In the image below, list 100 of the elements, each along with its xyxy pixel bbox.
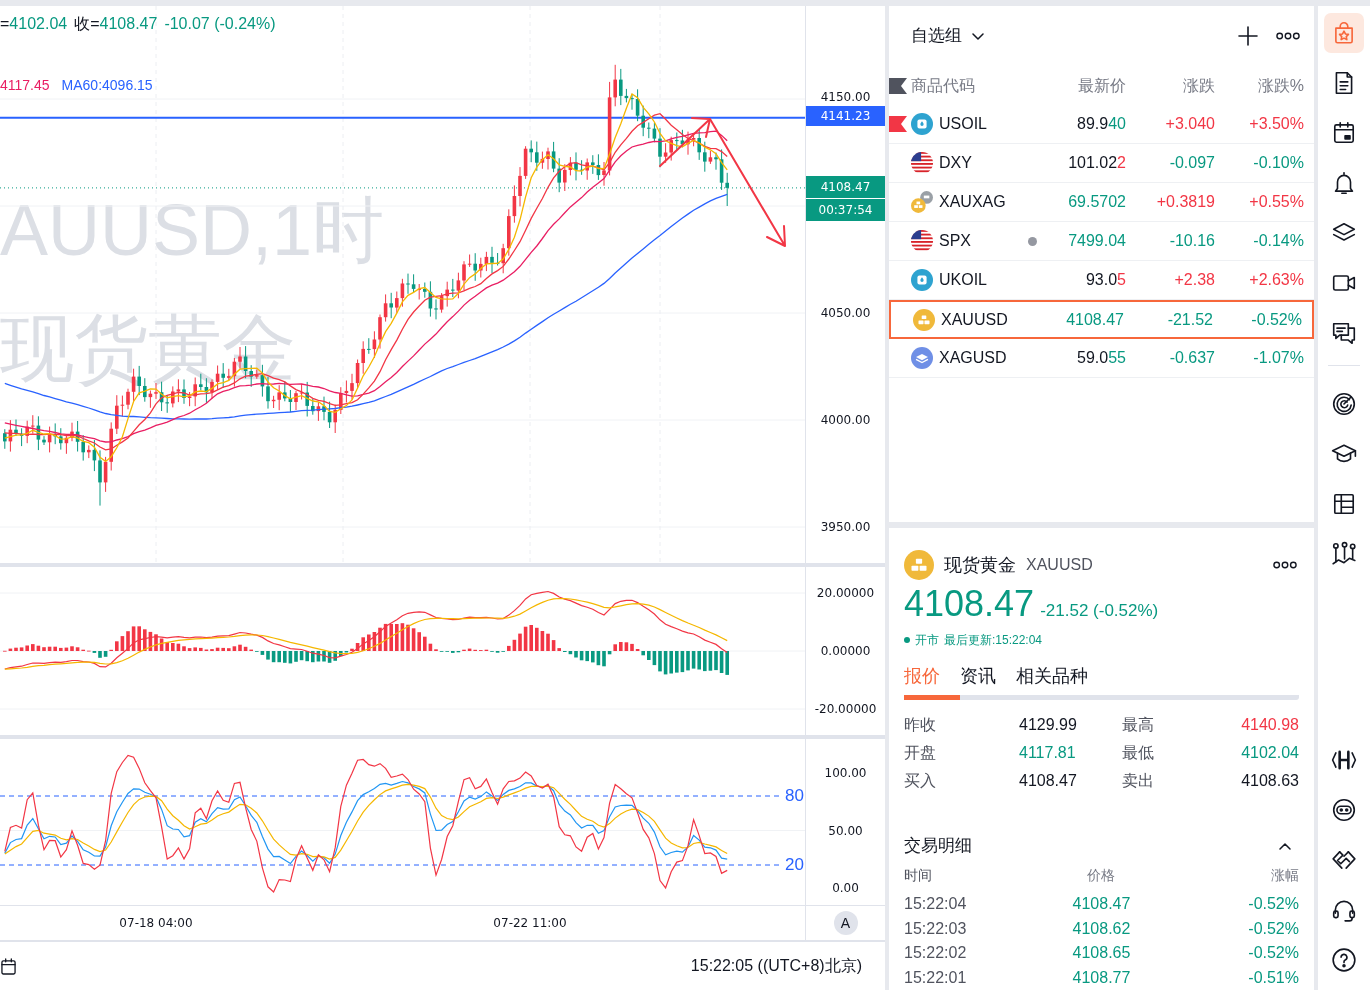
chevron-up-icon[interactable]: [1279, 842, 1291, 850]
axis-label: 0.00000: [820, 643, 871, 659]
last-price: 101.022: [1068, 153, 1126, 173]
axis-label: -20.00000: [814, 701, 877, 717]
chevron-down-icon: [972, 32, 984, 40]
column-header: 时间: [904, 866, 932, 885]
column-header: 涨幅: [1271, 866, 1299, 885]
last-update: 最后更新:15:22:04: [944, 632, 1043, 649]
watchlist-row[interactable]: XAUUSD 4108.47 -21.52 -0.52%: [889, 300, 1314, 339]
watchlist-dropdown[interactable]: 自选组: [911, 23, 984, 49]
instrument-name: 现货黄金: [944, 553, 1016, 577]
plus-icon: [1238, 26, 1258, 46]
ingot-icon: [913, 308, 935, 331]
watchlist-row[interactable]: XAUXAG 69.5702 +0.3819 +0.55%: [889, 183, 1314, 222]
stat-label: 开盘: [904, 743, 936, 763]
more-button[interactable]: [1276, 32, 1300, 40]
last-price: 4108.47: [904, 583, 1035, 625]
percent-change: -0.52%: [1251, 309, 1302, 330]
oil-drop-icon: [911, 113, 933, 135]
stat-label: 昨收: [904, 715, 936, 735]
stat-value: 4108.63: [1241, 771, 1299, 791]
trade-change: -0.52%: [1248, 943, 1299, 964]
oil-drop-icon: [911, 269, 933, 291]
axis-label: 20.00000: [816, 585, 875, 601]
axis-label: 4150.00: [820, 89, 871, 105]
chat-icon: [1331, 320, 1357, 346]
stat-value: 4117.81: [1019, 743, 1076, 763]
market-status: 开市: [915, 632, 939, 649]
axis-label: 4050.00: [820, 305, 871, 321]
last-price-label: 4108.47: [806, 176, 885, 198]
watchlist-row[interactable]: UKOIL 93.05 +2.38 +2.63%: [889, 261, 1314, 300]
time-label: 07-18 04:00: [119, 915, 193, 931]
trade-price: 4108.47: [1072, 894, 1131, 915]
countdown-label: 00:37:54: [806, 199, 885, 221]
nodes-icon: [1331, 541, 1357, 567]
trade-change: -0.51%: [1248, 967, 1299, 988]
us-flag-icon: [911, 230, 933, 252]
watchlist-row[interactable]: SPX 7499.04 -10.16 -0.14%: [889, 222, 1314, 261]
help-icon: [1331, 947, 1357, 973]
stat-value: 4102.04: [1241, 743, 1299, 763]
symbol-name: XAUXAG: [939, 192, 1007, 212]
trade-time: 15:22:01: [904, 967, 967, 988]
column-header: 涨跌: [1183, 75, 1215, 96]
stat-label: 买入: [904, 771, 936, 791]
watchlist-row[interactable]: DXY 101.022 -0.097 -0.10%: [889, 144, 1314, 183]
detail-tab[interactable]: 相关品种: [1016, 663, 1108, 700]
table-icon: [1331, 491, 1357, 517]
price-change: -21.52: [1167, 309, 1213, 330]
calendar-icon: [1, 957, 16, 975]
percent-change: -0.10%: [1253, 153, 1304, 173]
last-price: 4108.47: [1066, 309, 1124, 330]
trade-time: 15:22:04: [904, 894, 967, 915]
robot-icon: [1331, 797, 1357, 823]
axis-label: 0.00: [832, 880, 859, 896]
column-header: 价格: [1087, 866, 1116, 885]
watchlist-row[interactable]: USOIL 89.940 +3.040 +3.50%: [889, 105, 1314, 144]
price-change: -0.097: [1169, 153, 1215, 173]
last-price: 89.940: [1077, 114, 1126, 134]
percent-change: -1.07%: [1253, 348, 1304, 368]
trade-time: 15:22:03: [904, 918, 967, 939]
section-title: 交易明细: [904, 835, 972, 858]
price-change: +0.3819: [1156, 192, 1215, 212]
axis-label: 4000.00: [820, 412, 871, 428]
price-change: +2.38: [1174, 270, 1215, 290]
percent-change: +3.50%: [1249, 114, 1304, 134]
clock-text: 15:22:05 ((UTC+8)北京): [690, 956, 862, 976]
symbol-name: SPX: [939, 231, 972, 251]
trade-price: 4108.62: [1072, 918, 1131, 939]
add-button[interactable]: [1238, 26, 1258, 46]
more-button[interactable]: [1273, 561, 1297, 569]
column-header: 涨跌%: [1257, 75, 1304, 96]
last-price: 93.05: [1085, 270, 1126, 290]
last-price: 69.5702: [1068, 192, 1126, 212]
calendar-icon: [1331, 120, 1357, 146]
watchlist-row[interactable]: XAGUSD 59.055 -0.637 -1.07%: [889, 339, 1314, 378]
trade-change: -0.52%: [1248, 894, 1299, 915]
us-flag-icon: [911, 152, 933, 174]
symbol-name: UKOIL: [939, 270, 988, 290]
more-icon: [1276, 32, 1300, 40]
stat-label: 最高: [1122, 715, 1154, 735]
stat-value: 4129.99: [1019, 715, 1077, 735]
stat-value: 4108.47: [1019, 771, 1077, 791]
symbol-name: DXY: [939, 153, 973, 173]
trade-change: -0.52%: [1248, 918, 1299, 939]
date-button[interactable]: [0, 957, 16, 975]
stack-icon: [911, 347, 933, 369]
auto-scale-button[interactable]: A: [833, 911, 858, 935]
axis-label: 50.00: [828, 822, 863, 839]
axis-label: 100.00: [824, 765, 867, 781]
stat-value: 4140.98: [1241, 715, 1299, 735]
instrument-symbol: XAUUSD: [1026, 555, 1093, 575]
last-price: 59.055: [1077, 348, 1126, 368]
detail-tab[interactable]: 资讯: [960, 663, 1016, 700]
target-icon: [1331, 391, 1357, 417]
trade-time: 15:22:02: [904, 943, 967, 964]
stat-label: 最低: [1122, 743, 1154, 763]
stat-label: 卖出: [1122, 771, 1154, 791]
line-price-label: 4141.23: [806, 106, 885, 126]
trade-price: 4108.77: [1072, 967, 1131, 988]
symbol-name: USOIL: [939, 114, 988, 134]
